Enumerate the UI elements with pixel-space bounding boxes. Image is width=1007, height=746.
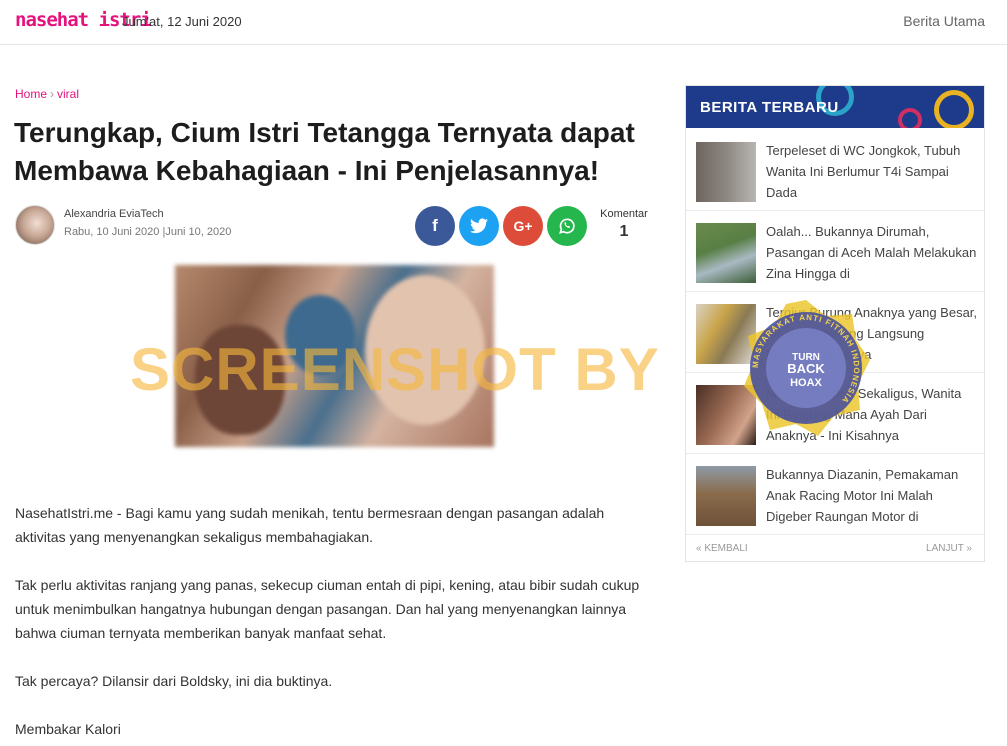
article-subheading: Membakar Kalori: [15, 721, 121, 737]
decor-ring: [898, 108, 922, 128]
widget-title: BERITA TERBARU: [700, 99, 839, 116]
list-item[interactable]: Bukannya Diazanin, Pemakaman Anak Racing…: [686, 454, 984, 535]
turnbackhoax-stamp-icon: MASYARAKAT ANTI FITNAH INDONESIA TURN BA…: [744, 300, 870, 436]
news-thumbnail[interactable]: [696, 223, 756, 283]
stamp-line2: BACK: [787, 361, 825, 376]
author-avatar[interactable]: [15, 205, 55, 245]
author-name[interactable]: Alexandria EviaTech: [64, 208, 164, 220]
news-thumbnail[interactable]: [696, 466, 756, 526]
screenshot-watermark: SCREENSHOT BY: [130, 336, 660, 403]
list-item[interactable]: Oalah... Bukannya Dirumah, Pasangan di A…: [686, 211, 984, 292]
breadcrumb-home-link[interactable]: Home: [15, 87, 47, 101]
publish-date: Rabu, 10 Juni 2020 |Juni 10, 2020: [64, 226, 232, 238]
stamp-line3: HOAX: [790, 377, 822, 389]
article-title: Terungkap, Cium Istri Tetangga Ternyata …: [14, 117, 635, 186]
news-thumbnail[interactable]: [696, 142, 756, 202]
article-paragraph: Tak perlu aktivitas ranjang yang panas, …: [15, 577, 640, 641]
google-plus-share-button[interactable]: G+: [503, 206, 543, 246]
twitter-share-button[interactable]: [459, 206, 499, 246]
news-link[interactable]: Oalah... Bukannya Dirumah, Pasangan di A…: [766, 221, 978, 284]
list-item[interactable]: Terpeleset di WC Jongkok, Tubuh Wanita I…: [686, 130, 984, 211]
news-link[interactable]: Terpeleset di WC Jongkok, Tubuh Wanita I…: [766, 140, 978, 203]
top-header: nasehat istri Jum'at, 12 Juni 2020 Berit…: [0, 0, 1007, 45]
breadcrumb-separator: ›: [50, 87, 55, 101]
header-date: Jum'at, 12 Juni 2020: [122, 14, 242, 29]
widget-pagination: « KEMBALI LANJUT »: [686, 535, 984, 563]
comment-counter[interactable]: Komentar 1: [597, 208, 651, 241]
breadcrumb: Home › viral: [15, 87, 79, 101]
whatsapp-icon: [559, 218, 575, 234]
news-link[interactable]: Bukannya Diazanin, Pemakaman Anak Racing…: [766, 464, 978, 527]
widget-header: BERITA TERBARU: [686, 86, 984, 128]
comment-label: Komentar: [600, 208, 648, 220]
twitter-icon: [470, 218, 488, 234]
google-plus-icon: G+: [513, 218, 533, 234]
breadcrumb-category-link[interactable]: viral: [57, 87, 79, 101]
facebook-share-button[interactable]: f: [415, 206, 455, 246]
whatsapp-share-button[interactable]: [547, 206, 587, 246]
prev-button[interactable]: « KEMBALI: [696, 543, 748, 554]
facebook-icon: f: [432, 216, 438, 235]
article-paragraph: Tak percaya? Dilansir dari Boldsky, ini …: [15, 673, 333, 689]
decor-ring: [934, 90, 974, 128]
next-button[interactable]: LANJUT »: [926, 543, 972, 554]
comment-count: 1: [619, 223, 629, 240]
article-paragraph: NasehatIstri.me - Bagi kamu yang sudah m…: [15, 505, 605, 545]
nav-berita-utama[interactable]: Berita Utama: [903, 13, 985, 29]
